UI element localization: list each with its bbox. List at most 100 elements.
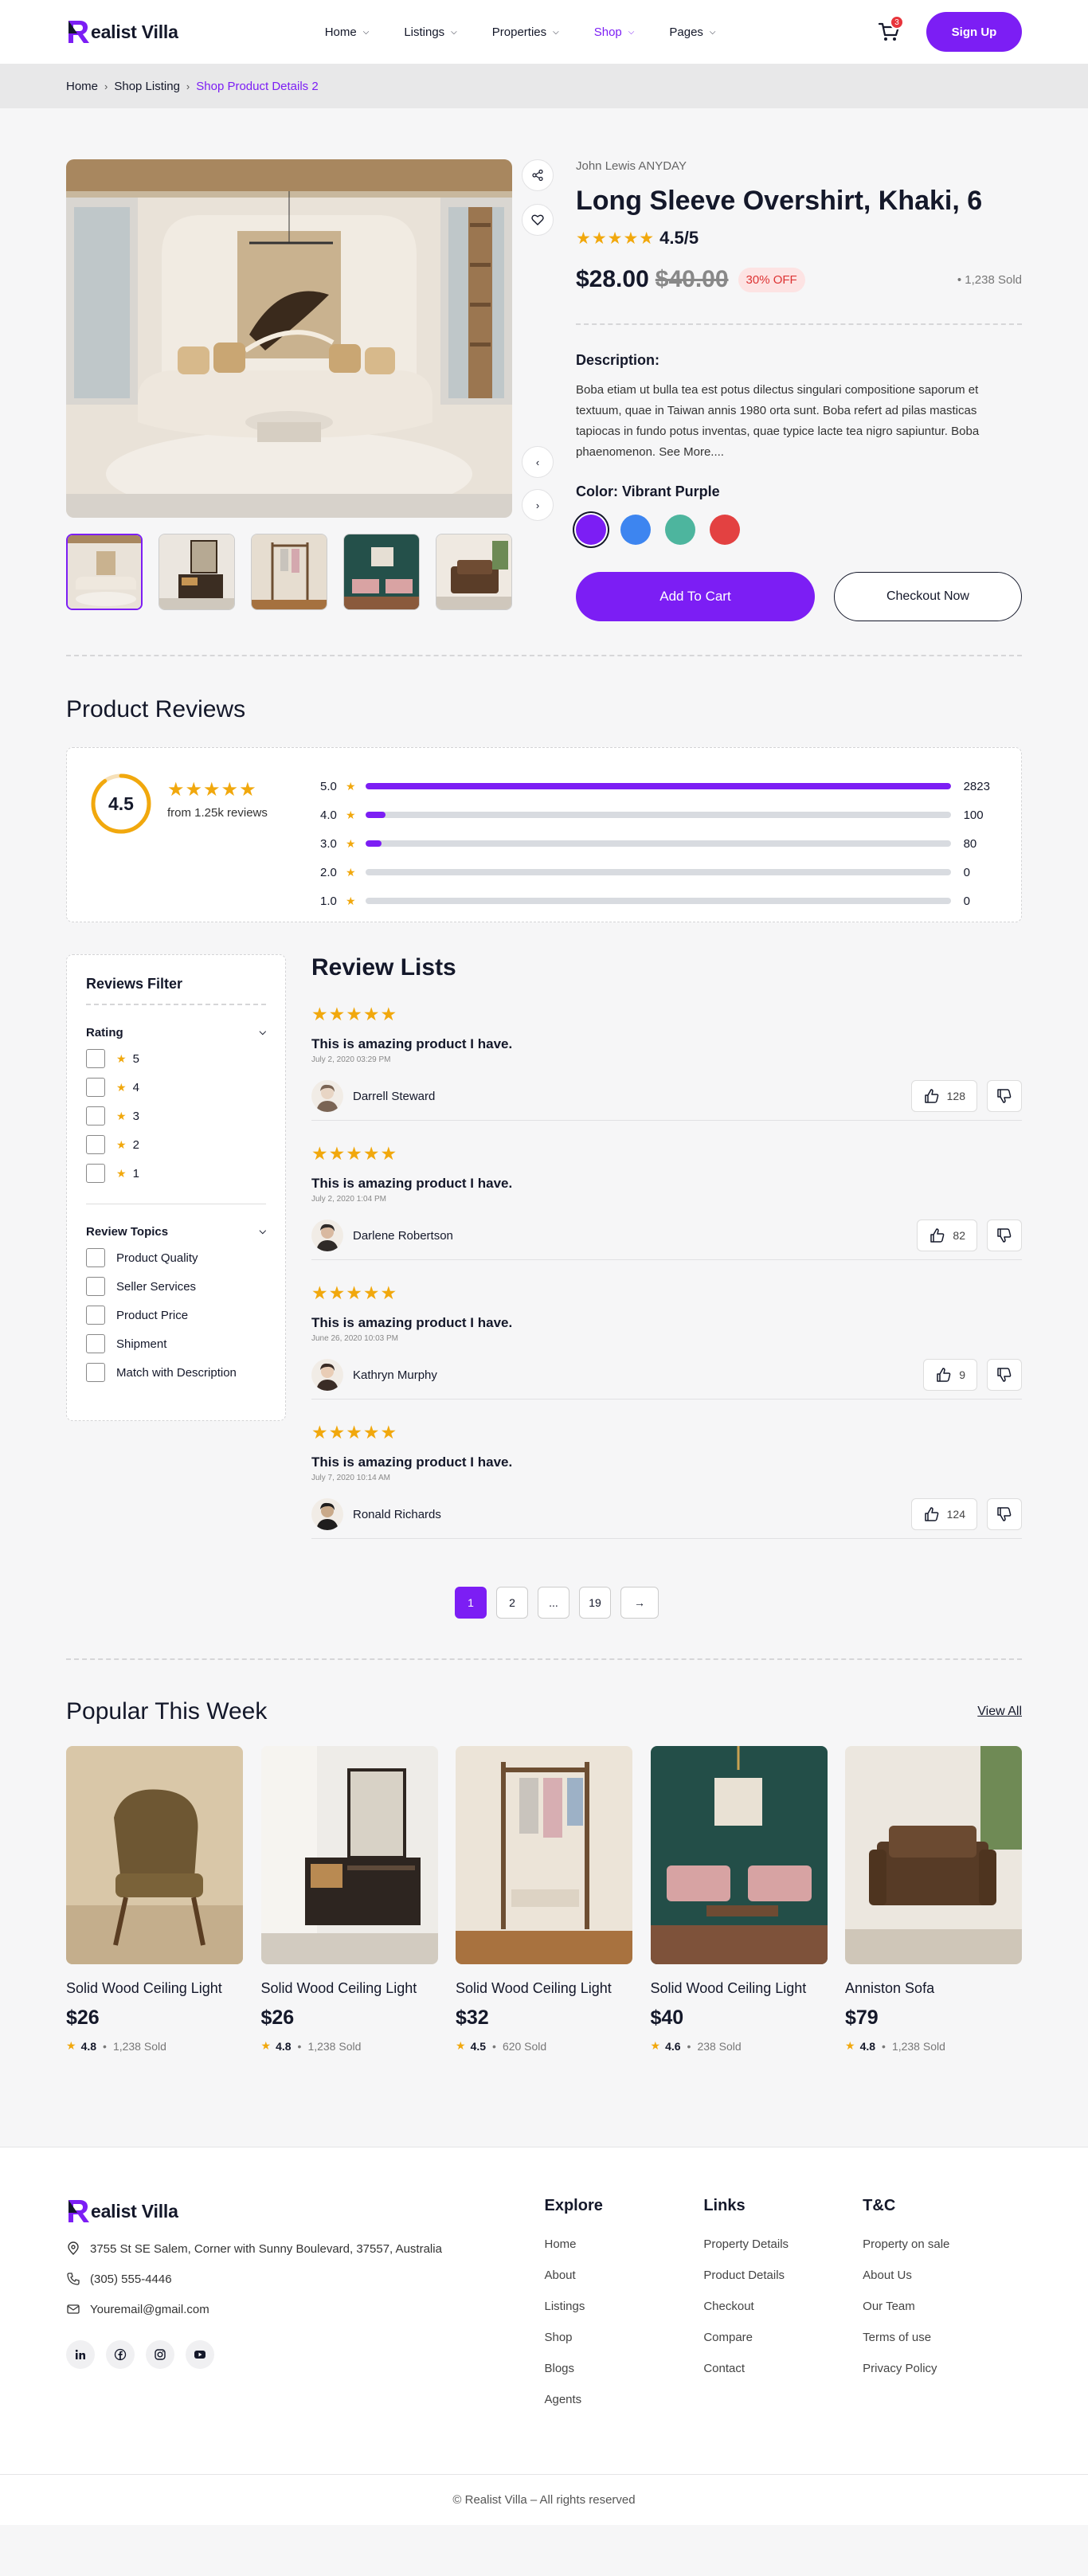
footer-link[interactable]: Home bbox=[544, 2237, 703, 2251]
rating-filter-option[interactable]: ★ 5 bbox=[86, 1049, 266, 1068]
footer-link[interactable]: About Us bbox=[863, 2269, 1022, 2282]
product-card[interactable]: Solid Wood Ceiling Light $40 ★ 4.6 • 238 Sold bbox=[650, 1746, 828, 2053]
thumbnail[interactable] bbox=[343, 534, 420, 610]
footer-logo[interactable]: ealist Villa bbox=[66, 2197, 544, 2226]
rating-filter-option[interactable]: ★ 2 bbox=[86, 1135, 266, 1154]
rating-filter-option[interactable]: ★ 3 bbox=[86, 1106, 266, 1126]
product-card-image[interactable] bbox=[650, 1746, 828, 1964]
like-button[interactable]: 128 bbox=[910, 1080, 977, 1112]
like-button[interactable]: 124 bbox=[910, 1498, 977, 1530]
swatch-purple[interactable] bbox=[576, 515, 606, 545]
like-button[interactable]: 9 bbox=[923, 1359, 977, 1391]
footer-link[interactable]: Property on sale bbox=[863, 2237, 1022, 2251]
checkbox[interactable] bbox=[86, 1306, 105, 1325]
topic-filter-option[interactable]: Product Quality bbox=[86, 1248, 266, 1267]
product-card-image[interactable] bbox=[66, 1746, 243, 1964]
checkbox[interactable] bbox=[86, 1363, 105, 1382]
page-1[interactable]: 1 bbox=[455, 1587, 487, 1619]
topic-filter-option[interactable]: Seller Services bbox=[86, 1277, 266, 1296]
product-card[interactable]: Anniston Sofa $79 ★ 4.8 • 1,238 Sold bbox=[845, 1746, 1022, 2053]
footer-email[interactable]: Youremail@gmail.com bbox=[66, 2302, 544, 2316]
product-card-name[interactable]: Solid Wood Ceiling Light bbox=[456, 1980, 632, 1997]
dislike-button[interactable] bbox=[987, 1498, 1022, 1530]
share-button[interactable] bbox=[522, 159, 554, 191]
nav-listings[interactable]: Listings ⌵ bbox=[404, 25, 456, 39]
dislike-button[interactable] bbox=[987, 1080, 1022, 1112]
instagram-button[interactable] bbox=[146, 2340, 174, 2369]
checkbox[interactable] bbox=[86, 1106, 105, 1126]
cart-button[interactable]: 3 bbox=[877, 15, 904, 44]
page-19[interactable]: 19 bbox=[579, 1587, 611, 1619]
product-card-image[interactable] bbox=[260, 1746, 438, 1964]
next-page-button[interactable]: → bbox=[620, 1587, 659, 1619]
nav-shop[interactable]: Shop ⌵ bbox=[594, 25, 635, 39]
footer-link[interactable]: Our Team bbox=[863, 2300, 1022, 2313]
thumbnail[interactable] bbox=[436, 534, 512, 610]
dislike-button[interactable] bbox=[987, 1219, 1022, 1251]
footer-link[interactable]: Privacy Policy bbox=[863, 2362, 1022, 2375]
rating-filter-toggle[interactable]: Rating ⌵ bbox=[86, 1026, 266, 1039]
page-2[interactable]: 2 bbox=[496, 1587, 528, 1619]
topic-filter-option[interactable]: Match with Description bbox=[86, 1363, 266, 1382]
footer-link[interactable]: Property Details bbox=[703, 2237, 863, 2251]
footer-link[interactable]: About bbox=[544, 2269, 703, 2282]
rating-filter-option[interactable]: ★ 1 bbox=[86, 1164, 266, 1183]
product-card-image[interactable] bbox=[845, 1746, 1022, 1964]
product-card-image[interactable] bbox=[456, 1746, 632, 1964]
thumbnail[interactable] bbox=[66, 534, 143, 610]
topic-filter-option[interactable]: Shipment bbox=[86, 1334, 266, 1353]
footer-link[interactable]: Agents bbox=[544, 2393, 703, 2406]
checkbox[interactable] bbox=[86, 1049, 105, 1068]
swatch-blue[interactable] bbox=[620, 515, 651, 545]
checkbox[interactable] bbox=[86, 1248, 105, 1267]
prev-image-button[interactable]: ‹ bbox=[522, 446, 554, 478]
checkbox[interactable] bbox=[86, 1277, 105, 1296]
nav-pages[interactable]: Pages ⌵ bbox=[669, 25, 715, 39]
linkedin-button[interactable] bbox=[66, 2340, 95, 2369]
footer-link[interactable]: Contact bbox=[703, 2362, 863, 2375]
topics-filter-toggle[interactable]: Review Topics ⌵ bbox=[86, 1225, 266, 1239]
topic-filter-option[interactable]: Product Price bbox=[86, 1306, 266, 1325]
wishlist-button[interactable] bbox=[522, 204, 554, 236]
product-card-name[interactable]: Solid Wood Ceiling Light bbox=[66, 1980, 243, 1997]
next-image-button[interactable]: › bbox=[522, 489, 554, 521]
footer-link[interactable]: Shop bbox=[544, 2331, 703, 2344]
nav-home[interactable]: Home ⌵ bbox=[325, 25, 370, 39]
logo[interactable]: ealist Villa bbox=[66, 18, 178, 46]
checkbox[interactable] bbox=[86, 1334, 105, 1353]
thumbnail[interactable] bbox=[159, 534, 235, 610]
like-button[interactable]: 82 bbox=[917, 1219, 977, 1251]
footer-phone[interactable]: (305) 555-4446 bbox=[66, 2272, 544, 2286]
product-card[interactable]: Solid Wood Ceiling Light $26 ★ 4.8 • 1,238 So… bbox=[260, 1746, 438, 2053]
checkbox[interactable] bbox=[86, 1135, 105, 1154]
checkbox[interactable] bbox=[86, 1078, 105, 1097]
dislike-button[interactable] bbox=[987, 1359, 1022, 1391]
rating-filter-option[interactable]: ★ 4 bbox=[86, 1078, 266, 1097]
breadcrumb-home[interactable]: Home bbox=[66, 80, 98, 93]
divider bbox=[66, 1658, 1022, 1660]
add-to-cart-button[interactable]: Add To Cart bbox=[576, 572, 815, 621]
product-card-name[interactable]: Solid Wood Ceiling Light bbox=[651, 1980, 828, 1997]
product-card-name[interactable]: Anniston Sofa bbox=[845, 1980, 1022, 1997]
thumbnail[interactable] bbox=[251, 534, 327, 610]
breadcrumb-shop-listing[interactable]: Shop Listing bbox=[114, 80, 180, 93]
product-card[interactable]: Solid Wood Ceiling Light $32 ★ 4.5 • 620 Sold bbox=[456, 1746, 632, 2053]
nav-properties[interactable]: Properties ⌵ bbox=[492, 25, 559, 39]
footer-link[interactable]: Listings bbox=[544, 2300, 703, 2313]
signup-button[interactable]: Sign Up bbox=[926, 12, 1022, 52]
view-all-link[interactable]: View All bbox=[977, 1705, 1022, 1719]
swatch-teal[interactable] bbox=[665, 515, 695, 545]
footer-link[interactable]: Product Details bbox=[703, 2269, 863, 2282]
footer-link[interactable]: Blogs bbox=[544, 2362, 703, 2375]
facebook-button[interactable] bbox=[106, 2340, 135, 2369]
youtube-button[interactable] bbox=[186, 2340, 214, 2369]
product-card[interactable]: Solid Wood Ceiling Light $26 ★ 4.8 • 1,238 So… bbox=[66, 1746, 243, 2053]
product-card-name[interactable]: Solid Wood Ceiling Light bbox=[261, 1980, 438, 1997]
footer-link[interactable]: Compare bbox=[703, 2331, 863, 2344]
footer-link[interactable]: Checkout bbox=[703, 2300, 863, 2313]
checkbox[interactable] bbox=[86, 1164, 105, 1183]
swatch-red[interactable] bbox=[710, 515, 740, 545]
checkout-button[interactable]: Checkout Now bbox=[833, 572, 1022, 621]
reviews-filter: Reviews Filter Rating ⌵ ★ 5 ★ 4 ★ 3 ★ 2 ★ 1 Revie… bbox=[66, 954, 286, 1421]
footer-link[interactable]: Terms of use bbox=[863, 2331, 1022, 2344]
